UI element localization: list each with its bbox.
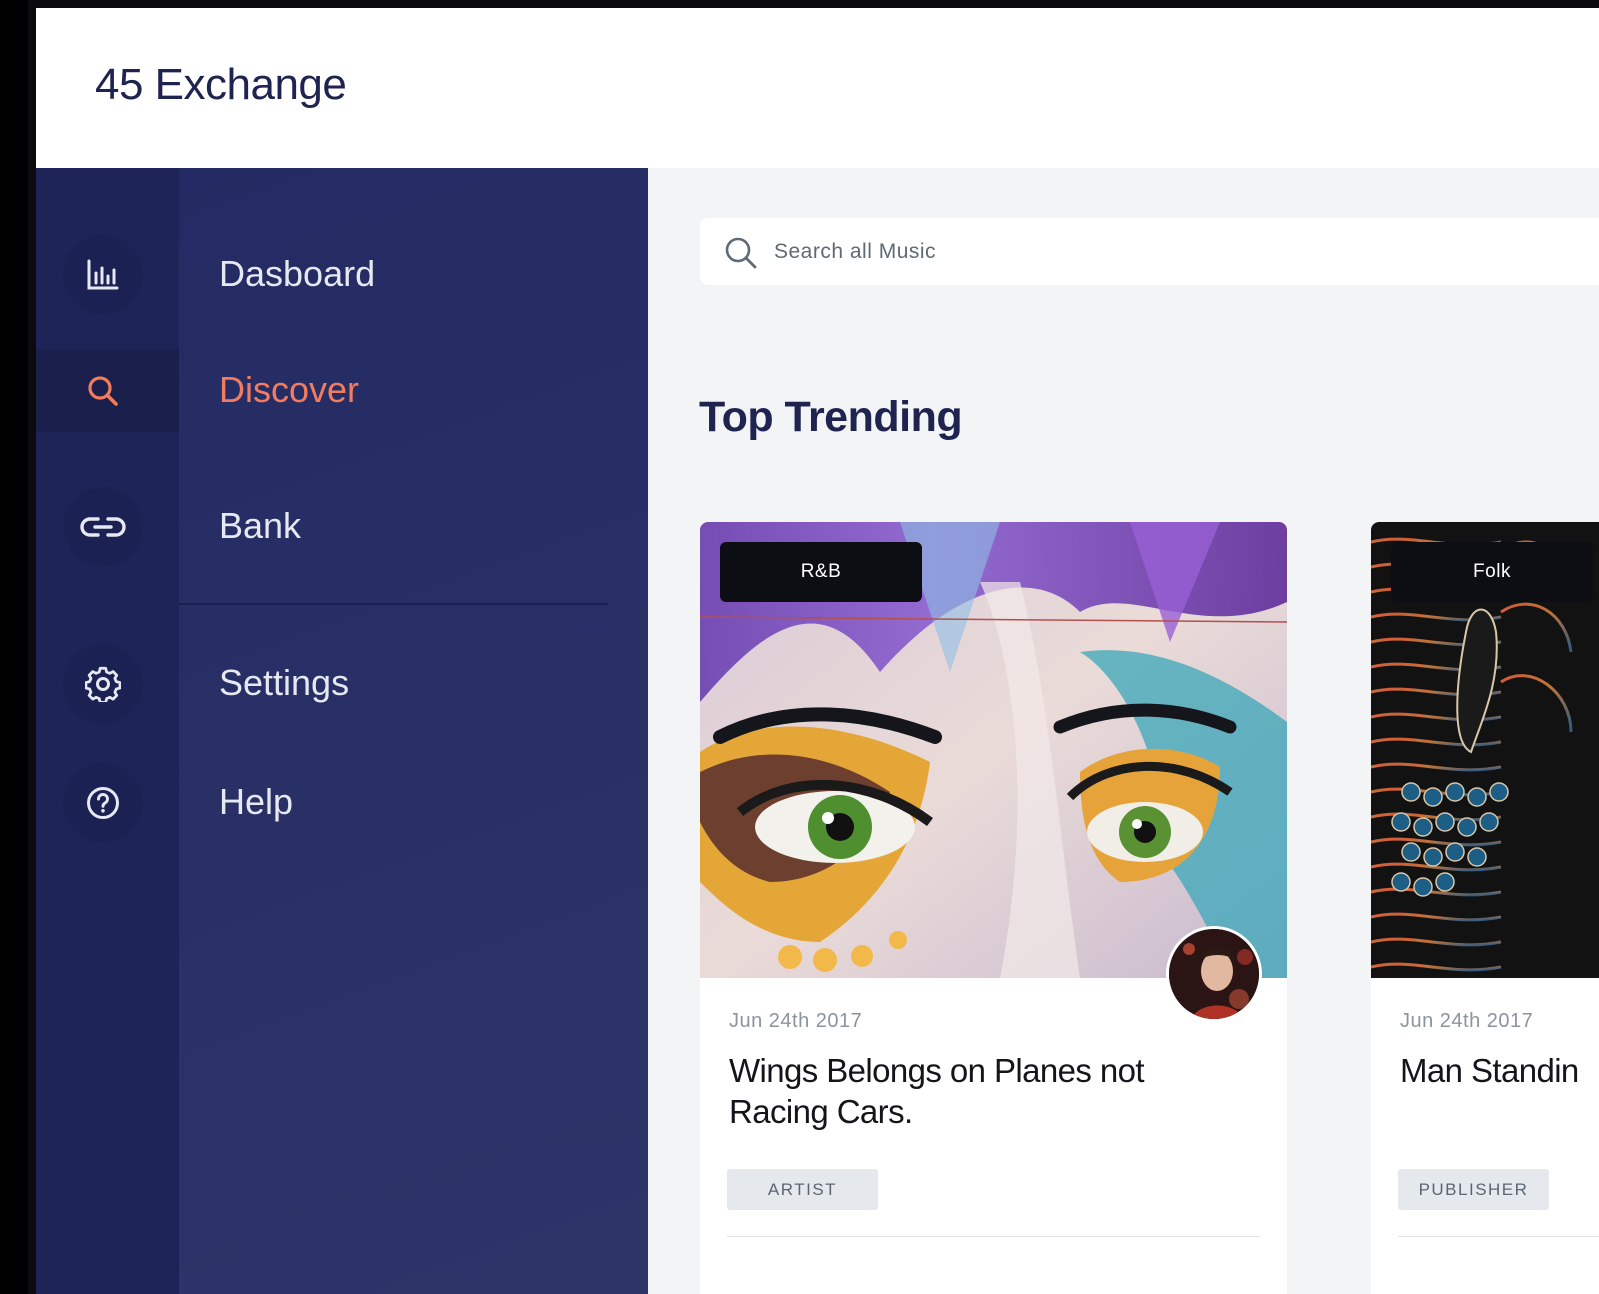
- sidebar-icon-rail: [36, 168, 179, 1294]
- card-divider: [1398, 1236, 1599, 1237]
- sidebar-divider: [179, 603, 608, 605]
- trending-card[interactable]: R&B Jun 24th 2017 Wings Belongs on Plane…: [700, 522, 1287, 1294]
- sidebar-item-discover[interactable]: Discover: [36, 350, 648, 432]
- search-icon: [63, 351, 143, 431]
- card-date: Jun 24th 2017: [1400, 1010, 1534, 1032]
- trending-card[interactable]: Folk Jun 24th 2017 Man Standin PUBLISHER: [1371, 522, 1599, 1294]
- sidebar-item-label: Bank: [219, 505, 302, 546]
- search-input[interactable]: [774, 236, 1474, 268]
- role-badge[interactable]: ARTIST: [727, 1169, 878, 1210]
- sidebar-item-label: Discover: [219, 369, 360, 410]
- search-icon: [725, 237, 757, 269]
- sidebar-item-label: Settings: [219, 662, 350, 703]
- card-date: Jun 24th 2017: [729, 1010, 863, 1032]
- artist-avatar[interactable]: [1166, 926, 1262, 1022]
- sidebar: Dasboard Discover Bank Settings Help: [36, 168, 648, 1294]
- card-title[interactable]: Wings Belongs on Planes not Racing Cars.: [729, 1050, 1209, 1132]
- gear-icon: [63, 644, 143, 724]
- bar-chart-icon: [63, 235, 143, 315]
- sidebar-item-help[interactable]: Help: [36, 762, 648, 844]
- sidebar-item-bank[interactable]: Bank: [36, 486, 648, 568]
- main-content: Top Trending: [648, 168, 1599, 1294]
- genre-tag[interactable]: Folk: [1391, 542, 1593, 602]
- sidebar-item-label: Help: [219, 781, 294, 822]
- help-circle-icon: [63, 763, 143, 843]
- role-badge[interactable]: PUBLISHER: [1398, 1169, 1549, 1210]
- top-bar: 45 Exchange: [36, 8, 1599, 168]
- sidebar-item-settings[interactable]: Settings: [36, 643, 648, 725]
- link-icon: [63, 487, 143, 567]
- card-divider: [727, 1236, 1260, 1237]
- sidebar-item-dashboard[interactable]: Dasboard: [36, 234, 648, 316]
- app-title[interactable]: 45 Exchange: [95, 60, 347, 110]
- card-cover-image[interactable]: Folk: [1371, 522, 1599, 978]
- search-bar[interactable]: [700, 218, 1599, 285]
- app-window: 45 Exchange Dasboard Discover Bank Setti…: [36, 8, 1599, 1294]
- genre-tag[interactable]: R&B: [720, 542, 922, 602]
- card-title[interactable]: Man Standin: [1400, 1050, 1599, 1091]
- section-title: Top Trending: [699, 393, 963, 441]
- card-cover-image[interactable]: R&B: [700, 522, 1287, 978]
- sidebar-item-label: Dasboard: [219, 253, 376, 294]
